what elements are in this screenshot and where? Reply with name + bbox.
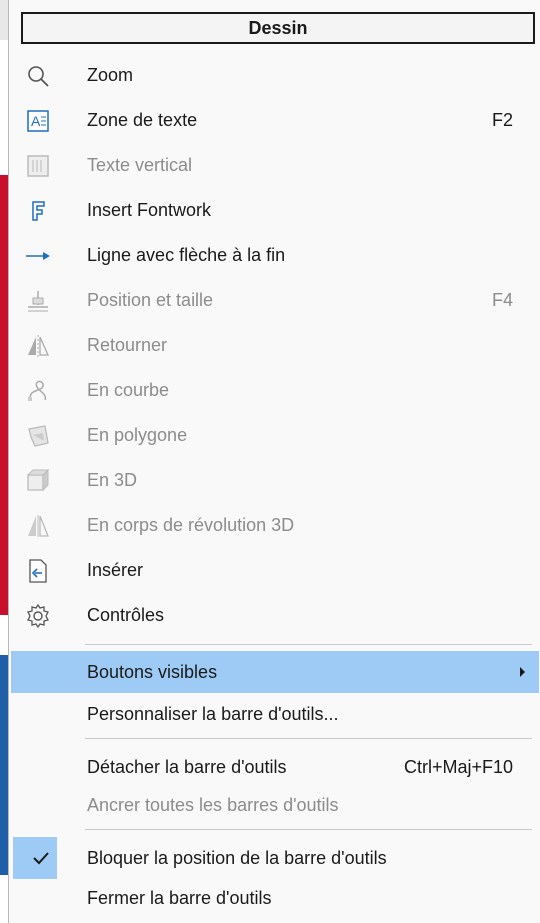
- menu-item-label: Détacher la barre d'outils: [87, 757, 287, 777]
- menu-item-arrow-line[interactable]: Ligne avec flèche à la fin: [11, 233, 539, 278]
- menu-item-to-3d[interactable]: En 3D: [11, 458, 539, 503]
- context-menu: Dessin Zoom A Zone de texte F2 Texte ver…: [8, 0, 540, 923]
- menu-item-label: Boutons visibles: [87, 662, 218, 682]
- menu-item-shortcut: F2: [491, 110, 513, 130]
- menu-item-shortcut: F4: [491, 290, 513, 310]
- menu-separator: [85, 738, 532, 739]
- insert-icon: [23, 556, 53, 586]
- menu-item-label: Zone de texte: [87, 110, 198, 130]
- rotation-body-icon: [23, 511, 53, 541]
- menu-item-to-curve[interactable]: En courbe: [11, 368, 539, 413]
- menu-item-label: Insert Fontwork: [87, 200, 212, 220]
- menu-item-label: Texte vertical: [87, 155, 193, 175]
- menu-item-label: Personnaliser la barre d'outils...: [87, 704, 339, 724]
- menu-item-dock-all-toolbars[interactable]: Ancrer toutes les barres d'outils: [11, 784, 539, 826]
- zoom-icon: [23, 61, 53, 91]
- position-size-icon: [23, 286, 53, 316]
- menu-item-controls[interactable]: Contrôles: [11, 593, 539, 638]
- menu-item-label: Ligne avec flèche à la fin: [87, 245, 286, 265]
- vertical-text-icon: [23, 151, 53, 181]
- menu-item-label: En corps de révolution 3D: [87, 515, 295, 535]
- menu-item-detach-toolbar[interactable]: Détacher la barre d'outils Ctrl+Maj+F10: [11, 746, 539, 788]
- menu-item-label: En courbe: [87, 380, 170, 400]
- menu-item-lock-toolbar[interactable]: Bloquer la position de la barre d'outils: [11, 837, 539, 879]
- menu-item-to-rotation-body[interactable]: En corps de révolution 3D: [11, 503, 539, 548]
- menu-item-label: En 3D: [87, 470, 138, 490]
- menu-item-vertical-text[interactable]: Texte vertical: [11, 143, 539, 188]
- background-red-area: [0, 175, 8, 615]
- svg-text:A: A: [31, 113, 41, 129]
- menu-item-label: Fermer la barre d'outils: [87, 888, 272, 908]
- menu-item-label: Zoom: [87, 65, 134, 85]
- menu-separator: [85, 644, 532, 645]
- 3d-icon: [23, 466, 53, 496]
- menu-item-insert-fontwork[interactable]: Insert Fontwork: [11, 188, 539, 233]
- background-blue-area: [0, 655, 8, 875]
- menu-item-label: Insérer: [87, 560, 144, 580]
- menu-item-label: Ancrer toutes les barres d'outils: [87, 795, 339, 815]
- background-app-strip: [0, 0, 8, 923]
- submenu-arrow-icon: [520, 667, 525, 677]
- menu-item-label: Position et taille: [87, 290, 214, 310]
- menu-item-text-box[interactable]: A Zone de texte F2: [11, 98, 539, 143]
- text-box-icon: A: [23, 106, 53, 136]
- fontwork-icon: [23, 196, 53, 226]
- menu-item-flip[interactable]: Retourner: [11, 323, 539, 368]
- menu-item-customize-toolbar[interactable]: Personnaliser la barre d'outils...: [11, 693, 539, 735]
- menu-item-label: En polygone: [87, 425, 188, 445]
- background-toolbar: [0, 0, 8, 40]
- menu-item-zoom[interactable]: Zoom: [11, 53, 539, 98]
- menu-item-close-toolbar[interactable]: Fermer la barre d'outils: [11, 877, 539, 919]
- menu-item-label: Bloquer la position de la barre d'outils: [87, 848, 387, 868]
- polygon-icon: [23, 421, 53, 451]
- checkmark-icon: [31, 848, 51, 868]
- menu-item-visible-buttons[interactable]: Boutons visibles: [11, 651, 539, 693]
- controls-gear-icon: [23, 601, 53, 631]
- menu-item-insert[interactable]: Insérer: [11, 548, 539, 593]
- arrow-line-icon: [23, 241, 53, 271]
- flip-icon: [23, 331, 53, 361]
- menu-item-label: Retourner: [87, 335, 168, 355]
- menu-item-shortcut: Ctrl+Maj+F10: [403, 757, 513, 777]
- menu-item-to-polygon[interactable]: En polygone: [11, 413, 539, 458]
- menu-title: Dessin: [21, 12, 535, 44]
- curve-icon: [23, 376, 53, 406]
- menu-item-position-size[interactable]: Position et taille F4: [11, 278, 539, 323]
- menu-separator: [85, 829, 532, 830]
- menu-item-label: Contrôles: [87, 605, 165, 625]
